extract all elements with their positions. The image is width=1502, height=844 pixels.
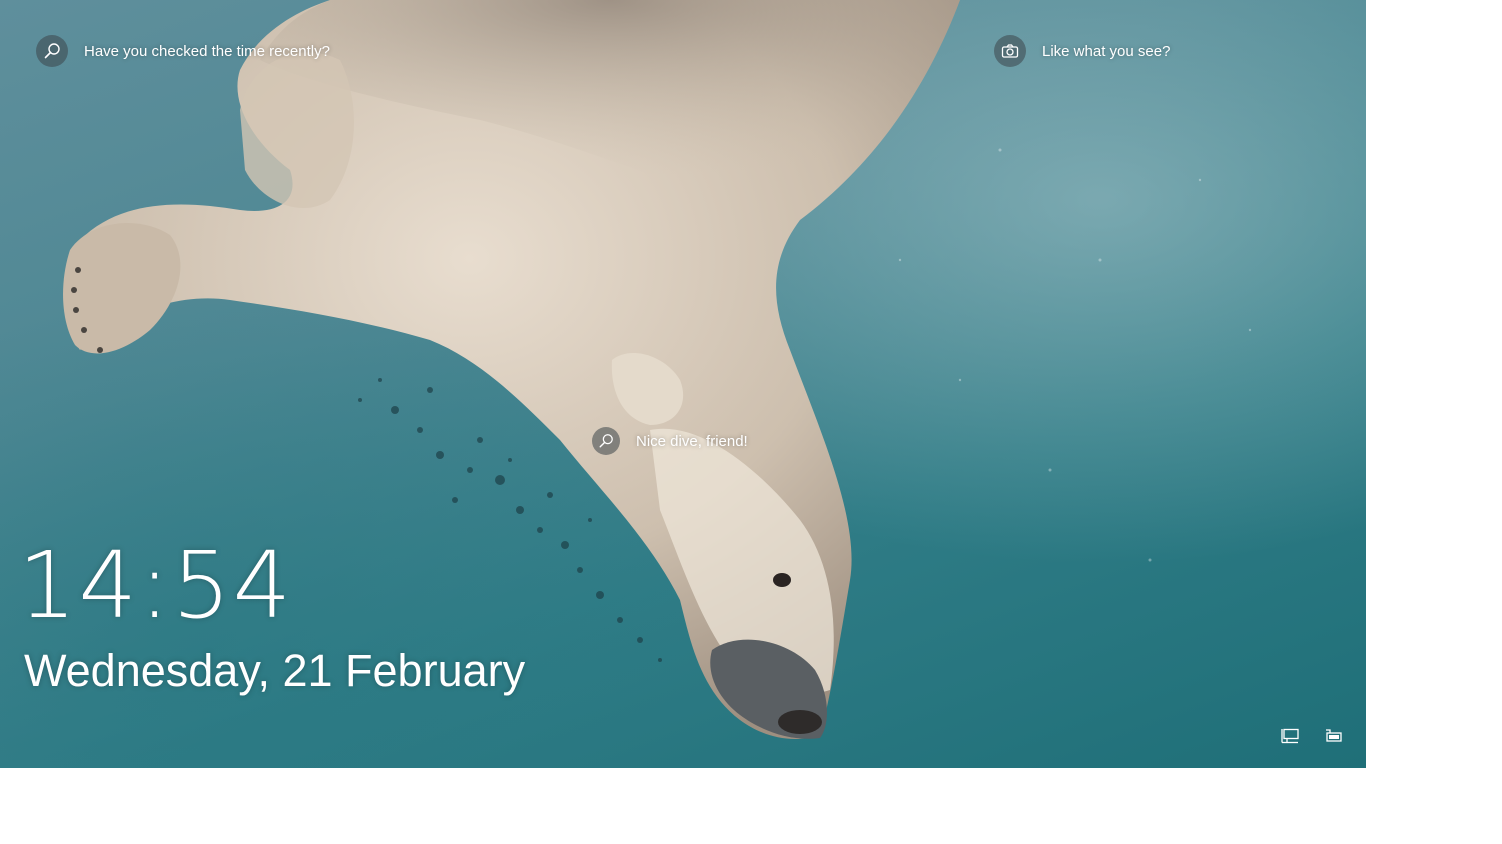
search-icon: [592, 427, 620, 455]
lock-clock-time: 14:54: [18, 532, 294, 639]
spotlight-hotspot-time[interactable]: Have you checked the time recently?: [36, 35, 330, 67]
search-icon: [36, 35, 68, 67]
spotlight-text: Like what you see?: [1042, 42, 1171, 60]
battery-icon: [1326, 729, 1342, 742]
spotlight-hotspot-dive[interactable]: Nice dive, friend!: [592, 427, 748, 455]
battery-status-button[interactable]: [1324, 726, 1344, 746]
spotlight-text: Nice dive, friend!: [636, 432, 748, 450]
network-icon: [1281, 728, 1299, 744]
spotlight-hotspot-like[interactable]: Like what you see?: [994, 35, 1170, 67]
lock-screen[interactable]: Have you checked the time recently? Like…: [0, 0, 1366, 768]
camera-icon: [994, 35, 1026, 67]
network-status-button[interactable]: [1280, 726, 1300, 746]
spotlight-text: Have you checked the time recently?: [84, 42, 330, 60]
lock-clock-date: Wednesday, 21 February: [24, 645, 526, 696]
